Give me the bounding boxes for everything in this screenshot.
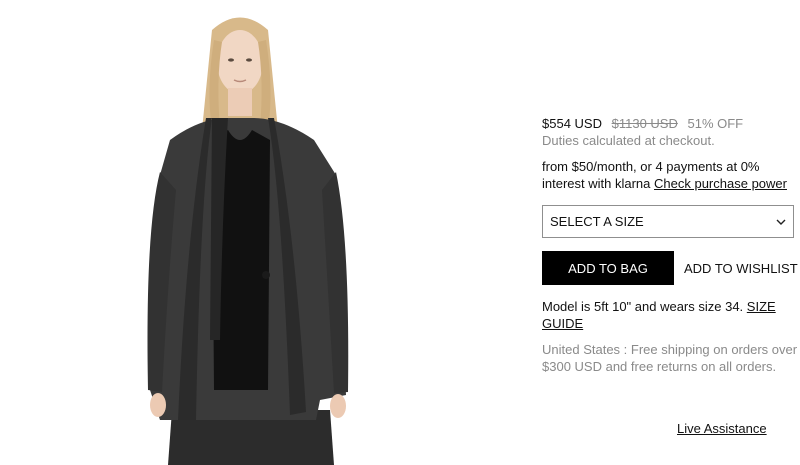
shipping-note: United States : Free shipping on orders … <box>542 342 798 374</box>
price-original: $1130 USD <box>611 116 678 131</box>
add-to-bag-button[interactable]: ADD TO BAG <box>542 251 674 285</box>
check-purchase-power-link[interactable]: Check purchase power <box>654 176 787 191</box>
price-current: $554 USD <box>542 116 602 131</box>
chevron-down-icon <box>775 216 787 228</box>
price-row: $554 USD $1130 USD 51% OFF <box>542 116 743 131</box>
klarna-info: from $50/month, or 4 payments at 0% inte… <box>542 158 794 192</box>
product-details: $554 USD $1130 USD 51% OFF Duties calcul… <box>542 0 800 465</box>
discount-badge: 51% OFF <box>687 116 744 131</box>
model-photo <box>147 17 349 465</box>
model-info: Model is 5ft 10" and wears size 34. SIZE… <box>542 298 794 332</box>
duties-note: Duties calculated at checkout. <box>542 133 715 148</box>
live-assistance-link[interactable]: Live Assistance <box>677 421 767 436</box>
size-select[interactable]: SELECT A SIZE <box>542 205 794 238</box>
model-info-text: Model is 5ft 10" and wears size 34. <box>542 299 744 314</box>
product-image[interactable] <box>0 0 520 465</box>
add-to-wishlist-button[interactable]: ADD TO WISHLIST <box>684 251 798 285</box>
size-select-value: SELECT A SIZE <box>550 214 644 229</box>
